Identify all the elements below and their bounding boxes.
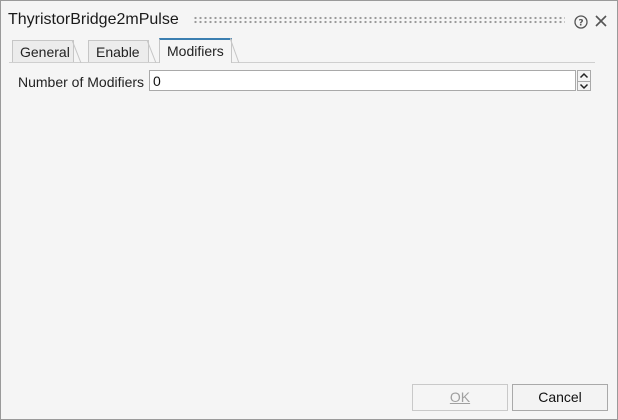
cancel-button-label: Cancel bbox=[538, 389, 582, 405]
number-of-modifiers-spinner bbox=[577, 70, 591, 91]
tab-enable-edge bbox=[147, 40, 157, 63]
ok-button-label: OK bbox=[449, 389, 471, 405]
tab-enable-label: Enable bbox=[96, 44, 140, 60]
svg-text:?: ? bbox=[578, 19, 583, 29]
tab-enable[interactable]: Enable bbox=[88, 40, 157, 63]
tab-modifiers-edge bbox=[230, 38, 240, 63]
cancel-button[interactable]: Cancel bbox=[512, 384, 608, 411]
tab-modifiers[interactable]: Modifiers bbox=[159, 38, 240, 63]
tab-strip: General Enable Modifiers bbox=[9, 38, 609, 63]
drag-grip[interactable] bbox=[193, 16, 565, 24]
tab-general-edge bbox=[72, 40, 82, 63]
dialog-window: ThyristorBridge2mPulse ? General Enable … bbox=[0, 0, 618, 420]
number-of-modifiers-input[interactable] bbox=[149, 70, 576, 91]
title-bar[interactable]: ThyristorBridge2mPulse ? bbox=[1, 1, 617, 37]
tab-modifiers-label: Modifiers bbox=[167, 43, 224, 59]
spin-down-icon[interactable] bbox=[578, 81, 590, 91]
spin-up-icon[interactable] bbox=[578, 71, 590, 80]
close-icon[interactable] bbox=[595, 15, 607, 27]
number-of-modifiers-label: Number of Modifiers bbox=[18, 74, 145, 90]
ok-button[interactable]: OK bbox=[412, 384, 508, 411]
help-icon[interactable]: ? bbox=[574, 15, 588, 29]
window-title: ThyristorBridge2mPulse bbox=[8, 11, 179, 28]
tab-general[interactable]: General bbox=[12, 40, 82, 63]
tab-general-label: General bbox=[20, 44, 70, 60]
